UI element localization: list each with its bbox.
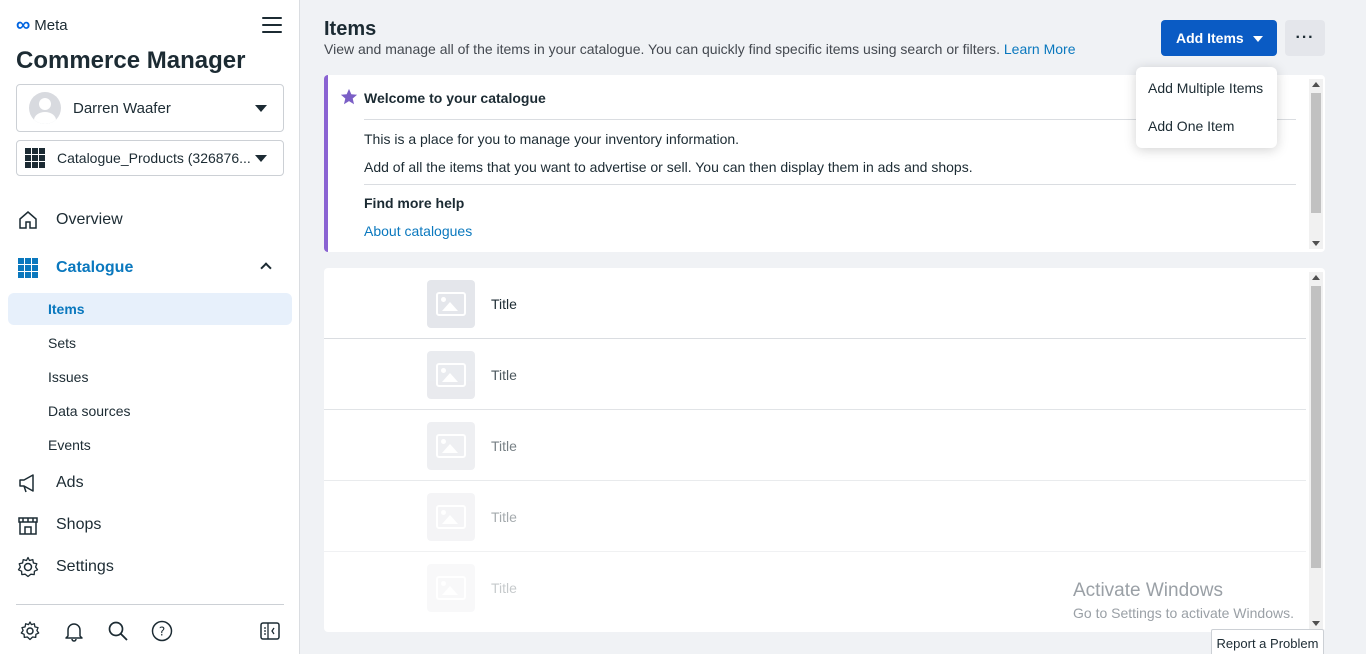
settings-gear-icon[interactable] [19, 620, 41, 642]
nav-ads[interactable]: Ads [8, 467, 292, 499]
nav-overview-label: Overview [56, 211, 123, 228]
gear-icon [16, 555, 40, 579]
nav-settings-label: Settings [56, 558, 114, 575]
catalogue-grid-icon [25, 148, 45, 168]
nav-overview[interactable]: Overview [8, 204, 292, 236]
nav-shops[interactable]: Shops [8, 509, 292, 541]
notifications-bell-icon[interactable] [63, 620, 85, 642]
catalogue-name: Catalogue_Products (326876... [57, 150, 251, 166]
item-title: Title [491, 296, 517, 312]
list-item[interactable]: Title [324, 410, 1306, 481]
page-description: View and manage all of the items in your… [324, 41, 1075, 57]
list-item[interactable]: Title [324, 481, 1306, 552]
image-placeholder-icon [427, 351, 475, 399]
image-placeholder-icon [427, 493, 475, 541]
sidebar-item-items[interactable]: Items [8, 293, 292, 325]
svg-text:?: ? [159, 625, 165, 639]
catalogue-icon [16, 256, 40, 280]
nav-ads-label: Ads [56, 474, 84, 491]
items-list: Title Title Title Title Title [324, 268, 1325, 632]
image-placeholder-icon [427, 280, 475, 328]
welcome-scrollbar[interactable] [1309, 79, 1323, 249]
meta-infinity-icon: ∞ [16, 14, 31, 36]
add-multiple-items-option[interactable]: Add Multiple Items [1148, 80, 1263, 96]
sidebar-item-sets[interactable]: Sets [8, 327, 292, 359]
about-catalogues-link[interactable]: About catalogues [364, 223, 472, 239]
divider [16, 604, 284, 605]
menu-icon[interactable] [262, 17, 282, 35]
search-icon[interactable] [107, 620, 129, 642]
watermark-subtitle: Go to Settings to activate Windows. [1073, 605, 1294, 621]
account-selector[interactable]: Darren Waafer [16, 84, 284, 132]
caret-down-icon [1253, 36, 1263, 42]
sidebar: ∞ Meta Commerce Manager Darren Waafer Ca… [0, 0, 300, 654]
more-options-button[interactable]: ··· [1285, 20, 1325, 56]
item-title: Title [491, 509, 517, 525]
nav-shops-label: Shops [56, 516, 102, 533]
sidebar-item-events[interactable]: Events [8, 429, 292, 461]
chevron-up-icon[interactable] [260, 262, 272, 274]
account-name: Darren Waafer [73, 99, 171, 117]
item-title: Title [491, 580, 517, 596]
items-scrollbar[interactable] [1309, 272, 1323, 629]
help-icon[interactable]: ? [151, 620, 173, 642]
welcome-title: Welcome to your catalogue [364, 90, 546, 106]
home-icon [16, 208, 40, 232]
panel-toggle-icon[interactable] [259, 620, 281, 642]
learn-more-link[interactable]: Learn More [1004, 41, 1076, 57]
add-items-button[interactable]: Add Items [1161, 20, 1277, 56]
watermark-title: Activate Windows [1073, 580, 1223, 601]
sidebar-item-data-sources[interactable]: Data sources [8, 395, 292, 427]
image-placeholder-icon [427, 422, 475, 470]
app-title: Commerce Manager [16, 47, 246, 74]
welcome-text-1: This is a place for you to manage your i… [364, 131, 740, 147]
caret-down-icon [255, 105, 267, 112]
find-help-title: Find more help [364, 195, 465, 211]
caret-down-icon [255, 155, 267, 162]
list-item[interactable]: Title [324, 268, 1306, 339]
avatar [29, 92, 61, 124]
nav-settings[interactable]: Settings [8, 551, 292, 583]
add-one-item-option[interactable]: Add One Item [1148, 118, 1234, 134]
megaphone-icon [16, 471, 40, 495]
meta-logo[interactable]: ∞ Meta [16, 14, 68, 36]
catalogue-selector[interactable]: Catalogue_Products (326876... [16, 140, 284, 176]
add-items-label: Add Items [1176, 30, 1244, 46]
item-title: Title [491, 367, 517, 383]
add-items-dropdown: Add Multiple Items Add One Item [1136, 67, 1277, 148]
report-problem-button[interactable]: Report a Problem [1211, 629, 1324, 654]
page-title: Items [324, 18, 377, 40]
nav-catalogue-label: Catalogue [56, 259, 134, 276]
sidebar-item-issues[interactable]: Issues [8, 361, 292, 393]
star-icon [340, 88, 358, 111]
nav-catalogue[interactable]: Catalogue [8, 252, 292, 284]
shop-icon [16, 513, 40, 537]
page-description-text: View and manage all of the items in your… [324, 41, 1000, 57]
item-title: Title [491, 438, 517, 454]
image-placeholder-icon [427, 564, 475, 612]
welcome-text-2: Add of all the items that you want to ad… [364, 159, 973, 175]
ellipsis-icon: ··· [1295, 29, 1315, 46]
meta-logo-text: Meta [34, 16, 68, 34]
list-item[interactable]: Title [324, 339, 1306, 410]
divider [364, 184, 1296, 185]
activate-windows-watermark: Activate Windows Go to Settings to activ… [1073, 580, 1294, 621]
